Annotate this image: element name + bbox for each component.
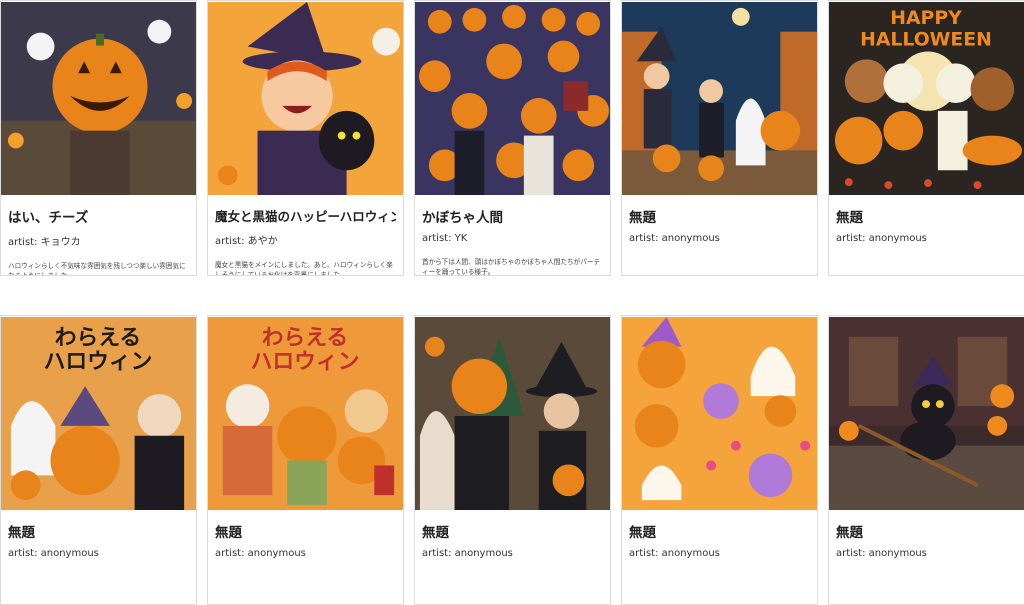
witch-cat-illustration	[208, 1, 403, 196]
artwork-card[interactable]: わらえる ハロウィン 無題 artist: anonymous	[207, 315, 404, 605]
artwork-title[interactable]: 魔女と黒猫のハッピーハロウィン！	[215, 206, 396, 225]
kids-trick-or-treat-illustration	[622, 1, 817, 196]
black-cat-broom-illustration	[829, 316, 1024, 511]
artwork-image-warau-fox-cat[interactable]: わらえる ハロウィン	[208, 316, 403, 511]
artwork-artist: artist: anonymous	[836, 233, 927, 244]
halloween-jp-text: ハロウィン	[44, 349, 153, 374]
pumpkin-portrait-illustration	[1, 1, 196, 196]
artwork-artist: artist: anonymous	[215, 548, 306, 559]
pumpkin-party-illustration	[415, 1, 610, 196]
artwork-image-kids-street[interactable]	[622, 1, 817, 196]
artwork-card[interactable]: かぼちゃ人間 artist: YK 首から下は人間、頭はかぼちゃのかぼちゃ人間た…	[414, 0, 611, 276]
artwork-card[interactable]: 無題 artist: anonymous	[414, 315, 611, 605]
artwork-title[interactable]: 無題	[629, 206, 810, 226]
artwork-artist: artist: anonymous	[629, 233, 720, 244]
artwork-card[interactable]: はい、チーズ artist: キョウカ ハロウィンらしく不気味な雰囲気を残しつつ…	[0, 0, 197, 276]
artwork-title[interactable]: 無題	[629, 521, 810, 541]
artwork-description: ハロウィンらしく不気味な雰囲気を残しつつ楽しい雰囲気になるようにしました。	[8, 262, 186, 276]
artwork-title[interactable]: 無題	[8, 521, 189, 541]
artwork-description: 魔女と黒猫をメインにしました。あと、ハロウィンらしく楽しそうにしているお化けを背…	[215, 261, 393, 276]
happy-text: HAPPY	[890, 8, 962, 29]
artwork-description: 首から下は人間、頭はかぼちゃのかぼちゃ人間たちがパーティーを踊っている様子。	[422, 258, 601, 276]
artwork-card[interactable]: 無題 artist: anonymous	[621, 0, 818, 276]
artwork-artist: artist: YK	[422, 233, 468, 244]
artwork-image-black-cat-broom[interactable]	[829, 316, 1024, 511]
artwork-image-pumpkin-peace[interactable]	[1, 1, 196, 196]
happy-halloween-illustration: HAPPY HALLOWEEN	[829, 1, 1024, 196]
warau-text: わらえる	[55, 326, 141, 351]
halloween-text: HALLOWEEN	[860, 30, 992, 51]
halloween-jp-text: ハロウィン	[251, 349, 360, 374]
artwork-title[interactable]: 無題	[836, 521, 1017, 541]
artwork-artist: artist: anonymous	[8, 548, 99, 559]
artwork-image-pumpkin-people[interactable]	[415, 1, 610, 196]
laughing-halloween-illustration: わらえる ハロウィン	[1, 316, 196, 511]
fox-cat-pumpkin-illustration: わらえる ハロウィン	[208, 316, 403, 511]
artwork-artist: artist: anonymous	[629, 548, 720, 559]
halloween-stickers-illustration	[622, 316, 817, 511]
artwork-title[interactable]: はい、チーズ	[8, 206, 189, 226]
artwork-image-witch-cat[interactable]	[208, 1, 403, 196]
artwork-card[interactable]: わらえる ハロウィン 無題 artist: anonymous	[0, 315, 197, 605]
artwork-card[interactable]: HAPPY HALLOWEEN 無題 artist: anonymous	[828, 0, 1024, 276]
artwork-artist: artist: anonymous	[836, 548, 927, 559]
artwork-artist: artist: あやか	[215, 236, 278, 247]
warau-text: わらえる	[262, 326, 348, 351]
artwork-title[interactable]: 無題	[422, 521, 603, 541]
artwork-image-pumpkin-couple[interactable]	[415, 316, 610, 511]
artwork-title[interactable]: かぼちゃ人間	[422, 206, 603, 226]
artwork-card[interactable]: 無題 artist: anonymous	[621, 315, 818, 605]
artwork-title[interactable]: 無題	[836, 206, 1017, 226]
artwork-image-happy-halloween[interactable]: HAPPY HALLOWEEN	[829, 1, 1024, 196]
artwork-card[interactable]: 魔女と黒猫のハッピーハロウィン！ artist: あやか 魔女と黒猫をメインにし…	[207, 0, 404, 276]
artwork-image-warau-ghost-vampire[interactable]: わらえる ハロウィン	[1, 316, 196, 511]
artwork-artist: artist: anonymous	[422, 548, 513, 559]
artwork-artist: artist: キョウカ	[8, 237, 81, 248]
artwork-image-stickers[interactable]	[622, 316, 817, 511]
pumpkin-couple-illustration	[415, 316, 610, 511]
artwork-card[interactable]: 無題 artist: anonymous	[828, 315, 1024, 605]
artwork-title[interactable]: 無題	[215, 521, 396, 541]
